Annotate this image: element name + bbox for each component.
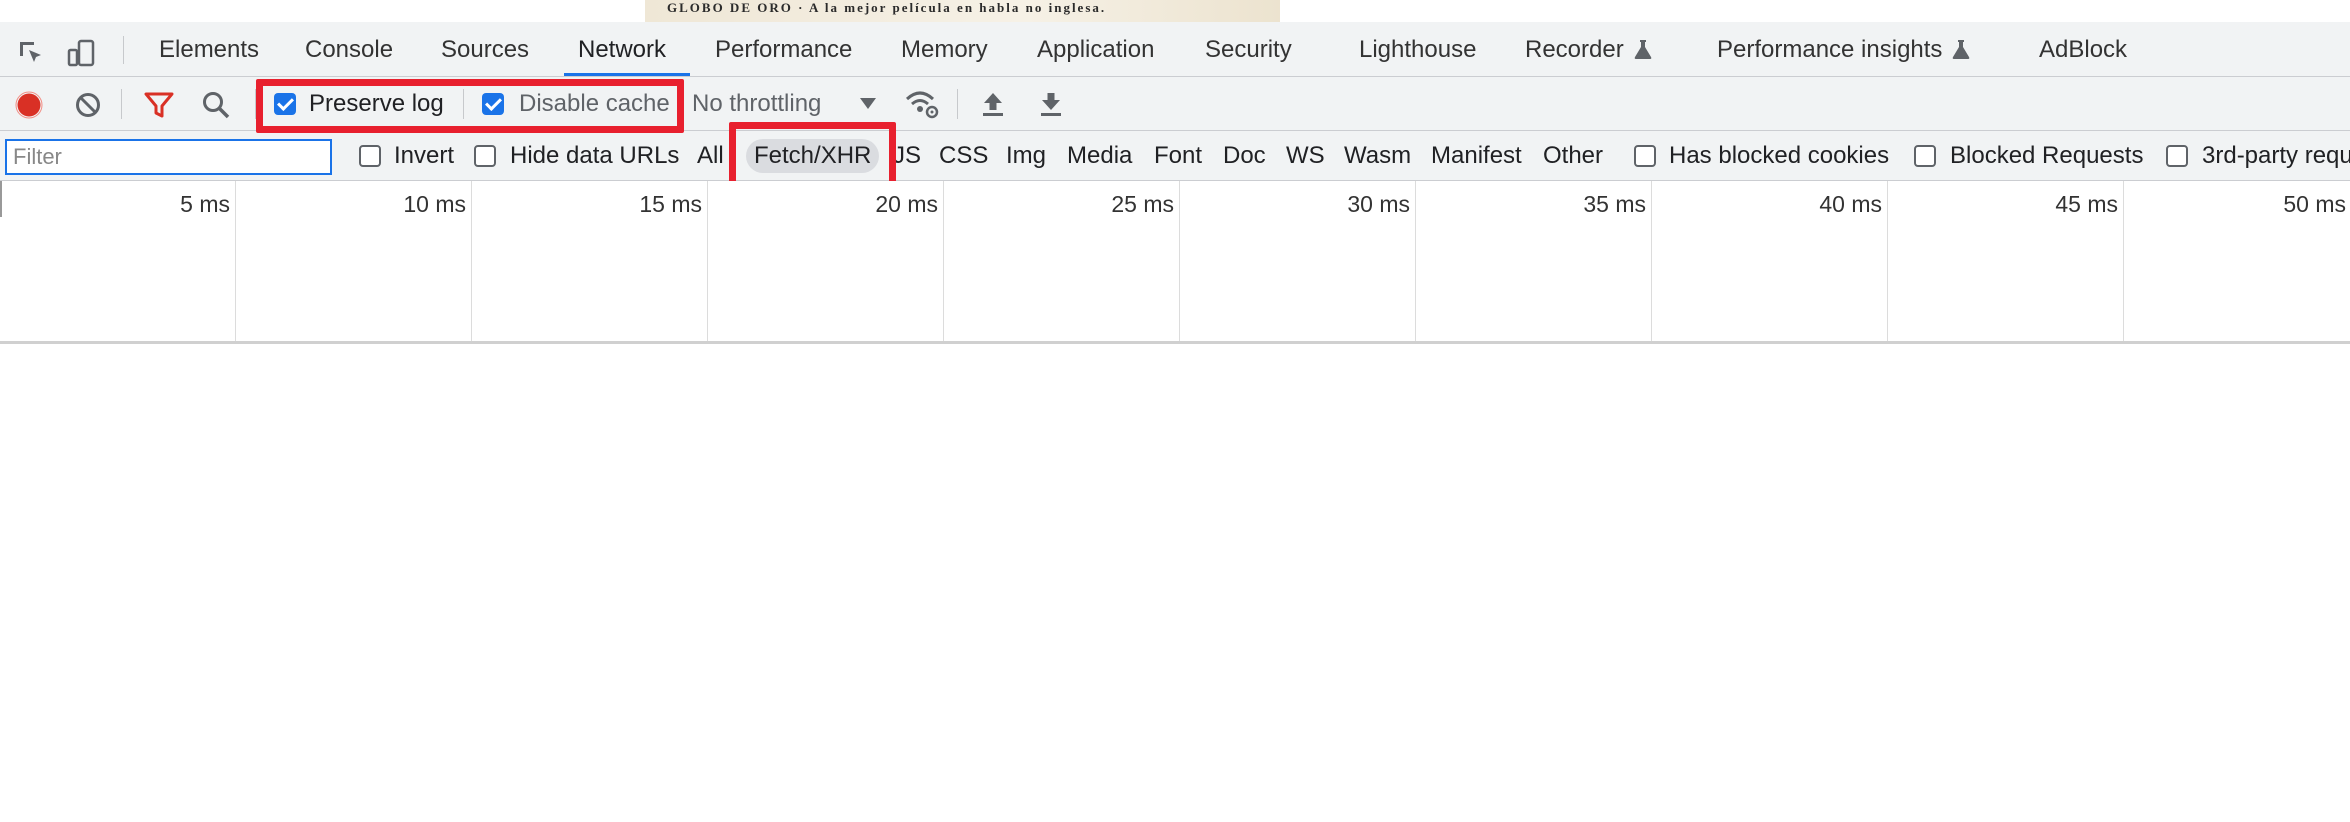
search-icon[interactable]	[200, 89, 232, 121]
timeline-tick-label: 50 ms	[2283, 191, 2346, 217]
filter-type-manifest[interactable]: Manifest	[1431, 139, 1522, 173]
page-banner-text: GLOBO DE ORO · A la mejor película en ha…	[667, 0, 1107, 15]
filter-type-all[interactable]: All	[697, 139, 724, 173]
timeline-gridline	[235, 181, 236, 341]
has-blocked-cookies-checkbox[interactable]	[1634, 145, 1656, 167]
third-party-requests-checkbox[interactable]	[2166, 145, 2188, 167]
filter-type-doc[interactable]: Doc	[1223, 139, 1266, 173]
tab-performance[interactable]: Performance	[715, 22, 852, 76]
blocked-requests-label[interactable]: Blocked Requests	[1950, 142, 2143, 170]
network-conditions-icon[interactable]	[904, 87, 940, 121]
inspect-element-icon[interactable]	[16, 38, 46, 68]
filter-type-css[interactable]: CSS	[939, 139, 988, 173]
hide-data-urls-checkbox[interactable]	[474, 145, 496, 167]
filter-type-js[interactable]: JS	[893, 139, 921, 173]
tab-security[interactable]: Security	[1205, 22, 1292, 76]
timeline-gridline	[707, 181, 708, 341]
filter-input[interactable]	[5, 139, 332, 175]
throttling-select[interactable]: No throttling	[692, 90, 821, 118]
tab-performance-insights-label: Performance insights	[1717, 36, 1943, 63]
timeline-gridline	[2123, 181, 2124, 341]
filter-type-font[interactable]: Font	[1154, 139, 1202, 173]
tab-network[interactable]: Network	[563, 22, 691, 76]
tab-lighthouse[interactable]: Lighthouse	[1359, 22, 1476, 76]
filter-type-media[interactable]: Media	[1067, 139, 1132, 173]
page-banner-image: GLOBO DE ORO · A la mejor película en ha…	[645, 0, 1280, 22]
timeline-tick-label: 25 ms	[1111, 191, 1174, 217]
chevron-down-icon[interactable]	[859, 97, 877, 111]
network-overview-timeline: 5 ms 10 ms 15 ms 20 ms 25 ms 30 ms 35 ms…	[0, 181, 2350, 344]
annotation-highlight-cache-options	[256, 79, 684, 133]
timeline-gridline	[1887, 181, 1888, 341]
invert-checkbox[interactable]	[359, 145, 381, 167]
toolbar-separator	[121, 89, 122, 119]
toolbar-separator	[957, 89, 958, 119]
has-blocked-cookies-label[interactable]: Has blocked cookies	[1669, 142, 1889, 170]
timeline-tick-label: 15 ms	[639, 191, 702, 217]
page-content-strip: GLOBO DE ORO · A la mejor película en ha…	[0, 0, 2350, 23]
experiment-flask-icon	[1634, 40, 1652, 59]
timeline-tick-label: 30 ms	[1347, 191, 1410, 217]
tab-console[interactable]: Console	[305, 22, 393, 76]
record-icon[interactable]	[14, 90, 44, 120]
timeline-tick-label: 5 ms	[180, 191, 230, 217]
hide-data-urls-label[interactable]: Hide data URLs	[510, 142, 679, 170]
devtools-tab-bar: Elements Console Sources Network Perform…	[0, 22, 2350, 77]
tab-recorder[interactable]: Recorder	[1525, 22, 1652, 76]
timeline-gridline	[1651, 181, 1652, 341]
tab-bar-separator	[123, 36, 124, 64]
tab-application[interactable]: Application	[1037, 22, 1154, 76]
tab-performance-insights[interactable]: Performance insights	[1717, 22, 1970, 76]
timeline-tick-label: 35 ms	[1583, 191, 1646, 217]
timeline-gridline	[1415, 181, 1416, 341]
timeline-tick-label: 40 ms	[1819, 191, 1882, 217]
request-list-area	[0, 344, 2350, 822]
timeline-gridline	[943, 181, 944, 341]
tab-elements[interactable]: Elements	[159, 22, 259, 76]
tab-adblock[interactable]: AdBlock	[2039, 22, 2127, 76]
clear-icon[interactable]	[73, 90, 103, 120]
filter-type-other[interactable]: Other	[1543, 139, 1603, 173]
import-har-icon[interactable]	[978, 89, 1008, 119]
invert-label[interactable]: Invert	[394, 142, 454, 170]
tab-recorder-label: Recorder	[1525, 36, 1624, 63]
third-party-requests-label[interactable]: 3rd-party requests	[2202, 142, 2350, 170]
device-toolbar-icon[interactable]	[66, 38, 96, 68]
timeline-gridline	[471, 181, 472, 341]
filter-icon[interactable]	[143, 89, 175, 121]
filter-type-img[interactable]: Img	[1006, 139, 1046, 173]
timeline-gridline	[1179, 181, 1180, 341]
network-filter-bar: Invert Hide data URLs All Fetch/XHR JS C…	[0, 131, 2350, 181]
experiment-flask-icon	[1953, 40, 1970, 59]
blocked-requests-checkbox[interactable]	[1914, 145, 1936, 167]
tab-sources[interactable]: Sources	[441, 22, 529, 76]
export-har-icon[interactable]	[1036, 89, 1066, 119]
timeline-left-edge	[0, 181, 2, 217]
timeline-tick-label: 20 ms	[875, 191, 938, 217]
filter-type-wasm[interactable]: Wasm	[1344, 139, 1411, 173]
timeline-tick-label: 45 ms	[2055, 191, 2118, 217]
timeline-tick-label: 10 ms	[403, 191, 466, 217]
filter-type-ws[interactable]: WS	[1286, 139, 1325, 173]
tab-memory[interactable]: Memory	[901, 22, 988, 76]
